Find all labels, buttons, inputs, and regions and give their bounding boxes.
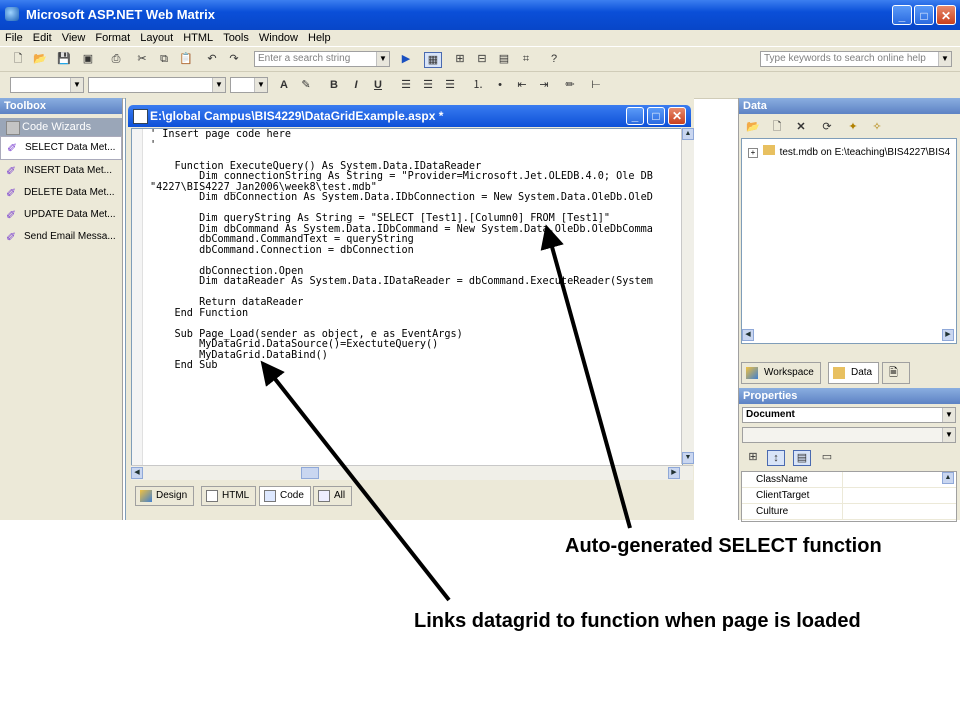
page-load-arrow bbox=[260, 360, 451, 602]
annotation-page-load: Links datagrid to function when page is … bbox=[414, 610, 861, 632]
select-arrow bbox=[540, 224, 632, 529]
annotation-select-function: Auto-generated SELECT function bbox=[565, 535, 882, 557]
